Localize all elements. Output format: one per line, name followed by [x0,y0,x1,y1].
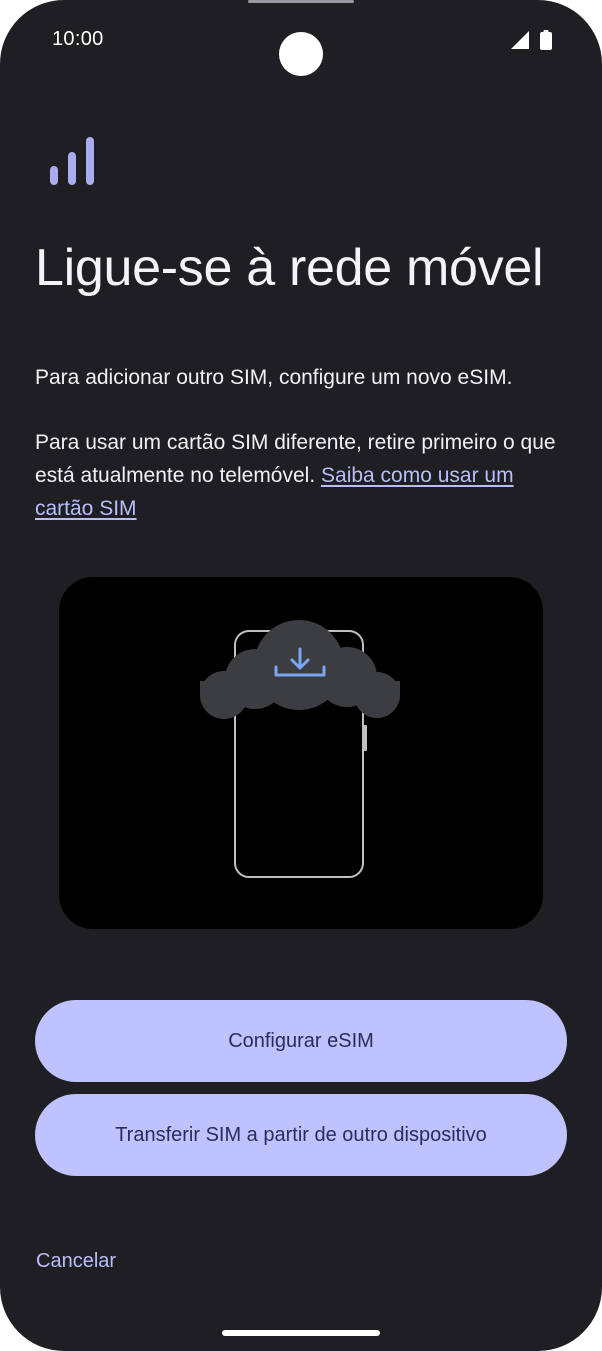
phone-side-button [363,725,367,751]
signal-icon [511,31,529,49]
home-indicator[interactable] [222,1330,380,1336]
cancel-button[interactable]: Cancelar [36,1250,116,1273]
front-camera [279,32,323,76]
status-bar: 10:00 [0,0,602,80]
signal-bars-icon [50,137,94,185]
esim-illustration [59,577,543,929]
status-icons [510,30,552,50]
phone-screen: 10:00 Ligue-se à rede móvel Para adicion… [0,0,602,1351]
esim-info-text: Para adicionar outro SIM, configure um n… [35,366,513,389]
status-time: 10:00 [52,28,104,50]
cloud-shape [200,620,400,719]
sim-info-paragraph: Para usar um cartão SIM diferente, retir… [35,426,570,525]
configure-esim-button[interactable]: Configurar eSIM [35,1000,567,1082]
page-title: Ligue-se à rede móvel [35,239,544,297]
esim-download-phone-illustration [200,620,400,878]
transfer-sim-button[interactable]: Transferir SIM a partir de outro disposi… [35,1094,567,1176]
battery-icon [540,30,552,50]
